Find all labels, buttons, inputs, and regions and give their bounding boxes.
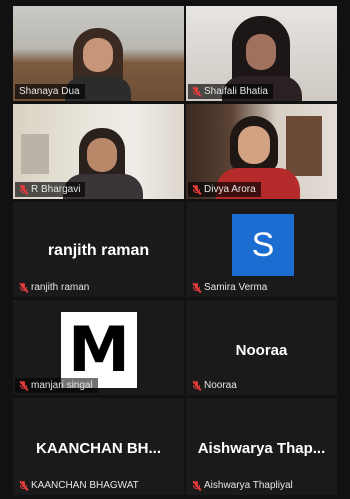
mic-off-icon [192, 380, 202, 391]
avatar-initial: M [68, 313, 130, 386]
participant-display-name: Nooraa [235, 342, 288, 359]
participant-tile-kaanchan-bhagwat[interactable]: KAANCHAN BH... KAANCHAN BHAGWAT [13, 398, 184, 495]
participant-name-tag: Nooraa [188, 378, 242, 393]
avatar: M [61, 312, 137, 388]
participant-name-tag: Shanaya Dua [15, 84, 85, 99]
participant-tile-r-bhargavi[interactable]: R Bhargavi [13, 104, 184, 199]
gallery-view: Shanaya Dua Shaifali Bhatia R Bhargavi D… [0, 0, 350, 499]
participant-tile-samira-verma[interactable]: S Samira Verma [186, 202, 337, 297]
participant-name-tag: R Bhargavi [15, 182, 86, 197]
participant-tile-divya-arora[interactable]: Divya Arora [186, 104, 337, 199]
participant-name: Shanaya Dua [19, 86, 80, 97]
participant-name: Nooraa [204, 380, 237, 391]
participant-name: Divya Arora [204, 184, 256, 195]
participant-name-tag: Aishwarya Thapliyal [188, 478, 298, 493]
participant-name: manjari singal [31, 380, 93, 391]
mic-off-icon [19, 184, 29, 195]
participant-tile-manjari-singal[interactable]: M manjari singal [13, 300, 184, 395]
participant-name: ranjith raman [31, 282, 90, 293]
participant-name-tag: ranjith raman [15, 280, 94, 295]
participant-tile-ranjith-raman[interactable]: ranjith raman ranjith raman [13, 202, 184, 297]
participant-display-name: ranjith raman [47, 242, 150, 259]
mic-off-icon [19, 282, 29, 293]
participant-tile-shanaya-dua[interactable]: Shanaya Dua [13, 6, 184, 101]
mic-off-icon [19, 380, 29, 391]
participant-name-tag: Shaifali Bhatia [188, 84, 273, 99]
mic-off-icon [19, 480, 29, 491]
mic-off-icon [192, 282, 202, 293]
participant-name: Shaifali Bhatia [204, 86, 268, 97]
participant-name: Samira Verma [204, 282, 268, 293]
participant-tile-aishwarya-thapliyal[interactable]: Aishwarya Thap... Aishwarya Thapliyal [186, 398, 337, 495]
participant-tile-shaifali-bhatia[interactable]: Shaifali Bhatia [186, 6, 337, 101]
participant-name: Aishwarya Thapliyal [204, 480, 293, 491]
avatar-initial: S [251, 225, 275, 264]
avatar: S [232, 214, 294, 276]
participant-display-name: Aishwarya Thap... [197, 440, 326, 457]
participant-display-name: KAANCHAN BH... [36, 440, 161, 457]
participant-name-tag: Divya Arora [188, 182, 261, 197]
participant-name: R Bhargavi [31, 184, 81, 195]
mic-off-icon [192, 86, 202, 97]
mic-off-icon [192, 480, 202, 491]
participant-name-tag: KAANCHAN BHAGWAT [15, 478, 144, 493]
mic-off-icon [192, 184, 202, 195]
participant-name-tag: Samira Verma [188, 280, 272, 295]
participant-name-tag: manjari singal [15, 378, 98, 393]
participant-tile-nooraa[interactable]: Nooraa Nooraa [186, 300, 337, 395]
participant-name: KAANCHAN BHAGWAT [31, 480, 139, 491]
